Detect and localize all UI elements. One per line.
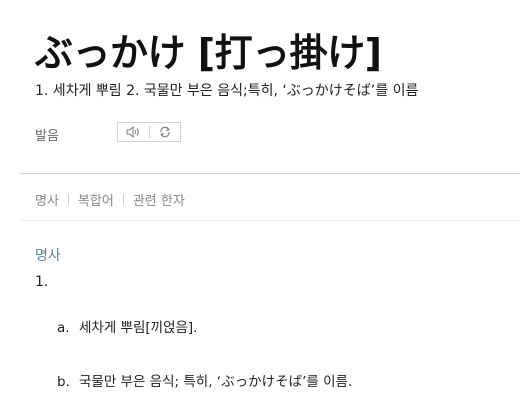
tab-separator: [122, 194, 124, 205]
subsense-text: 세차게 뿌림[끼얹음].: [79, 320, 198, 336]
subsense-b: b. 국물만 부은 음식; 특히, ‘ぶっかけそば’를 이름.: [57, 370, 352, 390]
entry-summary: 1. 세차게 뿌림 2. 국물만 부은 음식;특히, ‘ぶっかけそば’를 이름: [35, 83, 419, 99]
tab-compounds[interactable]: 복합어: [78, 190, 114, 209]
subsense-marker: a.: [57, 320, 70, 336]
tab-noun[interactable]: 명사: [35, 190, 59, 209]
headword: ぶっかけ [打っ掛け]: [35, 31, 382, 75]
play-pronunciation-button[interactable]: [118, 123, 149, 141]
section-divider: [20, 173, 520, 174]
tabs-divider: [20, 220, 520, 221]
part-of-speech: 명사: [35, 248, 61, 264]
subsense-marker: b.: [57, 374, 70, 390]
subsense-a: a. 세차게 뿌림[끼얹음].: [57, 316, 197, 336]
repeat-icon: [159, 126, 170, 138]
tab-related-kanji[interactable]: 관련 한자: [133, 190, 185, 209]
speaker-icon: [126, 126, 139, 138]
sense-number: 1.: [35, 274, 49, 290]
pronunciation-controls: [117, 122, 181, 142]
repeat-pronunciation-button[interactable]: [150, 123, 181, 141]
subsense-text: 국물만 부은 음식; 특히, ‘ぶっかけそば’를 이름.: [79, 374, 353, 390]
tab-separator: [67, 194, 69, 205]
pronunciation-label: 발음: [35, 129, 59, 144]
entry-tabs: 명사 복합어 관련 한자: [35, 190, 185, 209]
